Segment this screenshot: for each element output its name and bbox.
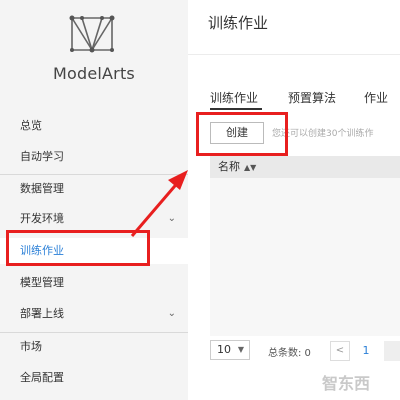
annotation-arrow-icon (130, 170, 188, 237)
watermark: 智东西 (322, 374, 371, 393)
